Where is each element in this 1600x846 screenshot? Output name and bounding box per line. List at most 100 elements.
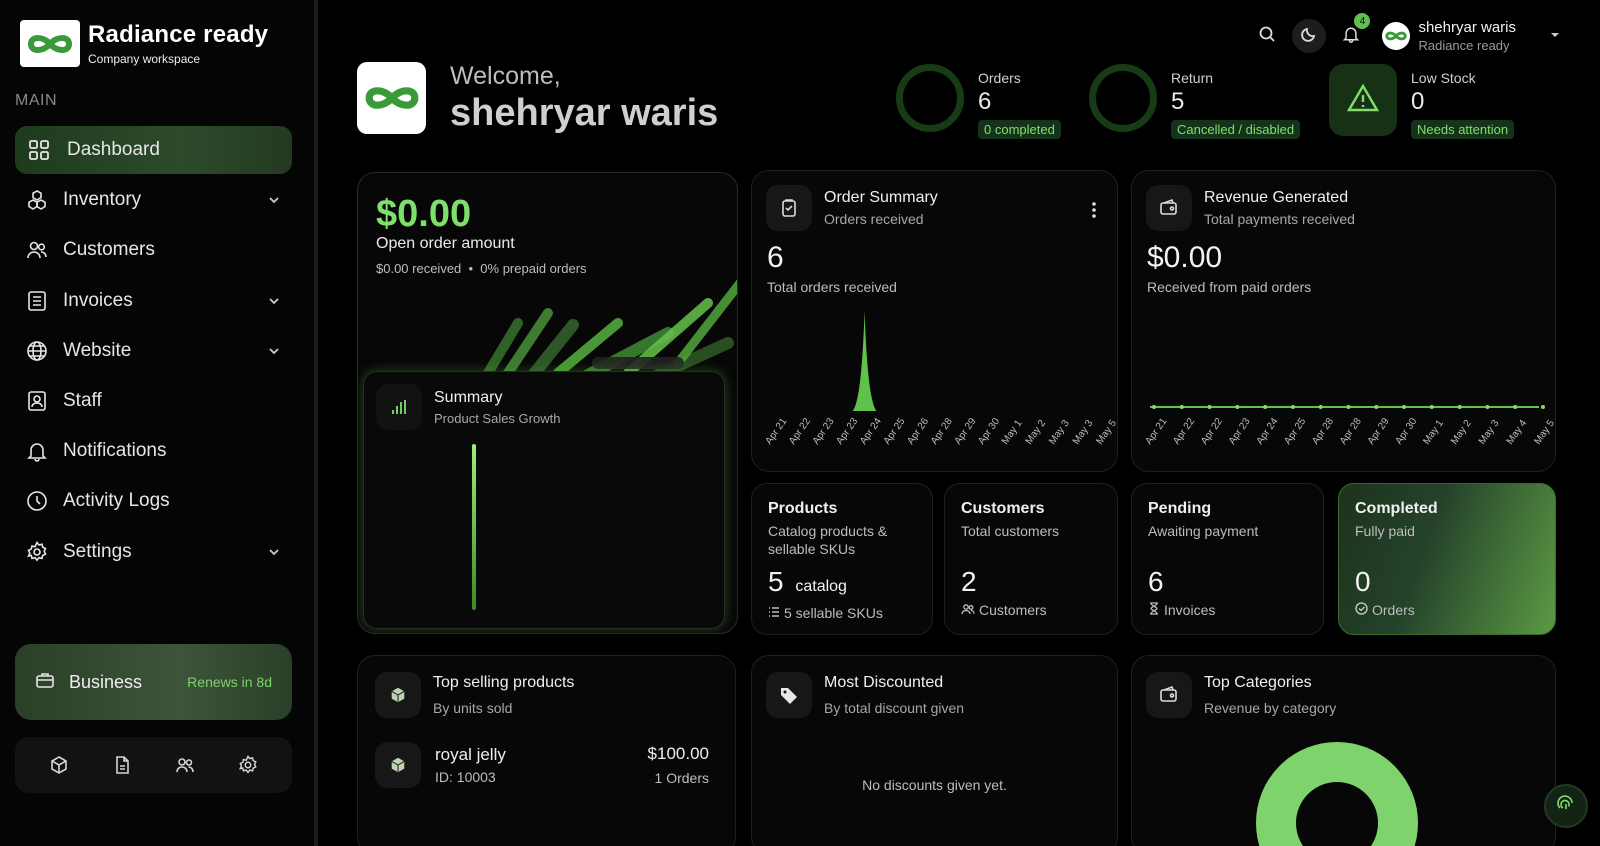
customers-subtitle: Total customers [961, 523, 1060, 539]
list-item[interactable]: royal jelly ID: 10003 $100.00 1 Orders [375, 742, 709, 788]
open-order-label: Open order amount [376, 235, 515, 252]
chart-point [1485, 405, 1490, 409]
box-icon [375, 742, 421, 788]
cubes-icon [25, 188, 49, 212]
top-selling-subtitle: By units sold [433, 700, 513, 716]
wallet-icon [1146, 185, 1192, 231]
products-footer: 5 sellable SKUs [768, 605, 883, 621]
theme-toggle-button[interactable] [1292, 19, 1327, 53]
x-tick-label: Apr 21 [763, 416, 789, 447]
x-tick-label: Apr 26 [905, 416, 931, 447]
orders-ring [896, 64, 964, 132]
x-tick-label: Apr 23 [1227, 416, 1253, 447]
pending-footer-text: Invoices [1164, 602, 1216, 618]
low-stock-box [1329, 64, 1397, 136]
x-tick-label: May 2 [1449, 418, 1474, 447]
bell-icon [25, 439, 49, 463]
search-button[interactable] [1250, 19, 1284, 53]
order-summary-header: Order Summary Orders received [766, 185, 938, 231]
pending-title: Pending [1148, 500, 1212, 517]
stat-orders[interactable]: Orders 6 0 completed [896, 64, 1061, 139]
return-ring [1089, 64, 1157, 132]
chevron-down-icon[interactable] [268, 291, 280, 313]
completed-subtitle: Fully paid [1355, 523, 1415, 539]
sidebar-item-website[interactable]: Website [15, 327, 292, 375]
app-root: Radiance ready Company workspace MAIN Da… [0, 0, 1600, 846]
plan-renew: Renews in 8d [187, 674, 272, 690]
chevron-down-icon[interactable] [268, 190, 280, 212]
revenue-subtitle: Total payments received [1204, 211, 1355, 227]
brand[interactable]: Radiance ready Company workspace [20, 20, 268, 67]
completed-card[interactable]: Completed Fully paid 0 Orders [1338, 483, 1556, 635]
briefcase-icon [35, 670, 55, 695]
caret-down-icon[interactable] [1550, 27, 1560, 45]
chart-point [1263, 405, 1268, 409]
revenue-header: Revenue Generated Total payments receive… [1146, 185, 1355, 231]
customers-footer: Customers [961, 602, 1047, 618]
sidebar-item-notifications[interactable]: Notifications [15, 427, 292, 475]
x-tick-label: Apr 29 [953, 416, 979, 447]
open-order-card: $0.00 Open order amount $0.00 received •… [357, 172, 738, 634]
category-donut-chart [1256, 742, 1418, 846]
chart-point [1290, 405, 1295, 409]
sidebar-item-activity-logs[interactable]: Activity Logs [15, 477, 292, 525]
notifications-button[interactable]: 4 [1334, 13, 1371, 53]
revenue-chart: Apr 21 Apr 22 Apr 22 Apr 23 Apr 24 Apr 25 Apr … [1143, 405, 1555, 447]
x-tick-label: Apr 23 [811, 416, 837, 447]
sidebar-item-inventory[interactable]: Inventory [15, 176, 292, 224]
users-icon [25, 238, 49, 262]
stat-label: Low Stock [1411, 70, 1476, 86]
welcome-greeting: Welcome, [450, 62, 561, 90]
user-name: shehryar waris [1418, 19, 1516, 36]
x-tick-label: Apr 21 [1143, 416, 1169, 447]
check-circle-icon [1355, 602, 1368, 618]
user-menu[interactable]: shehryar waris Radiance ready [1382, 19, 1560, 53]
sidebar-item-label: Customers [63, 239, 155, 261]
x-tick-label: Apr 25 [882, 416, 908, 447]
sidebar-item-settings[interactable]: Settings [15, 528, 292, 576]
customers-footer-text: Customers [979, 602, 1047, 618]
stat-return[interactable]: Return 5 Cancelled / disabled [1089, 64, 1301, 139]
customers-card[interactable]: Customers Total customers 2 Customers [944, 483, 1118, 635]
sidebar-item-staff[interactable]: Staff [15, 377, 292, 425]
gear-icon [25, 540, 49, 564]
welcome-logo [357, 62, 426, 134]
chart-point [1152, 405, 1156, 409]
x-tick-label: Apr 24 [1255, 416, 1281, 447]
summary-header: Summary Product Sales Growth [376, 384, 560, 430]
box-icon[interactable] [45, 751, 73, 779]
pending-card[interactable]: Pending Awaiting payment 6 Invoices [1131, 483, 1324, 635]
more-vertical-icon[interactable] [1091, 201, 1097, 224]
grid-icon [27, 138, 51, 162]
stat-low-stock[interactable]: Low Stock 0 Needs attention [1329, 64, 1515, 139]
list-icon [768, 605, 780, 621]
x-tick-label: May 1 [1421, 418, 1446, 447]
stat-value: 0 [1411, 88, 1425, 115]
sidebar-item-customers[interactable]: Customers [15, 226, 292, 274]
help-button[interactable] [1544, 784, 1588, 828]
sidebar-item-invoices[interactable]: Invoices [15, 277, 292, 325]
revenue-total: $0.00 [1147, 241, 1223, 274]
users-icon[interactable] [171, 751, 199, 779]
order-summary-subtitle: Orders received [824, 211, 924, 227]
sales-growth-bar [472, 444, 476, 610]
sidebar-item-dashboard[interactable]: Dashboard [15, 126, 292, 174]
chevron-down-icon[interactable] [268, 542, 280, 564]
chevron-down-icon[interactable] [268, 341, 280, 363]
x-tick-label: Apr 30 [976, 416, 1002, 447]
products-value-row: 5 catalog [768, 566, 847, 598]
sidebar-item-label: Inventory [63, 189, 142, 211]
completed-title: Completed [1355, 500, 1438, 517]
plan-card[interactable]: Business Renews in 8d [15, 644, 292, 720]
most-discounted-card: Most Discounted By total discount given … [751, 655, 1118, 846]
completed-footer-text: Orders [1372, 602, 1415, 618]
gear-icon[interactable] [234, 751, 262, 779]
top-categories-header: Top Categories Revenue by category [1146, 672, 1336, 718]
products-card[interactable]: Products Catalog products & sellable SKU… [751, 483, 933, 635]
globe-icon [25, 339, 49, 363]
sidebar-item-label: Settings [63, 540, 132, 562]
order-summary-title: Order Summary [824, 189, 938, 206]
document-icon[interactable] [108, 751, 136, 779]
users-icon [961, 602, 975, 618]
brand-logo [20, 20, 80, 67]
